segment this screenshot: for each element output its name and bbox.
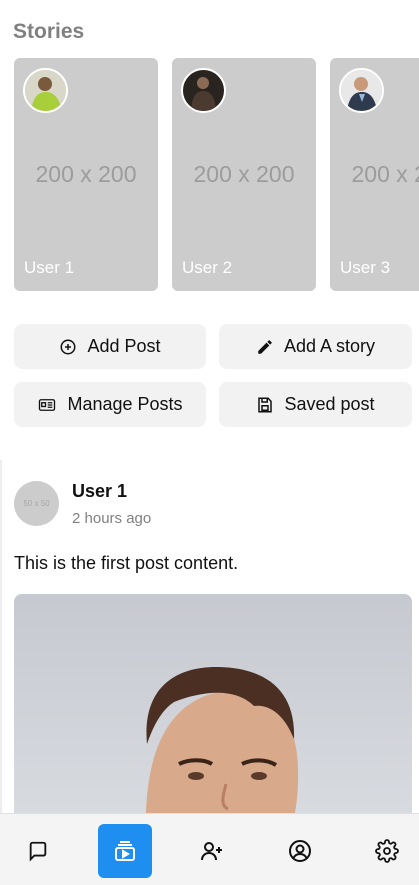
chat-icon [29,841,47,862]
story-placeholder: 200 x 200 [193,161,295,187]
add-post-label: Add Post [87,336,161,356]
story-placeholder: 200 x 200 [351,161,419,187]
stories-title: Stories [13,20,85,43]
story-card-user-2[interactable]: 200 x 200 User 2 [172,58,316,291]
manage-posts-label: Manage Posts [67,394,183,414]
story-user-label: User 1 [24,258,75,277]
add-story-button[interactable]: Add A story [219,324,412,369]
story-avatar-user-1 [23,68,68,113]
nav-chat[interactable] [11,824,65,878]
save-icon [258,397,273,412]
article-card-icon [39,398,56,411]
post-timestamp: 2 hours ago [72,510,152,527]
post-content: This is the first post content. [14,553,239,573]
story-placeholder: 200 x 200 [35,161,137,187]
story-avatar-user-3 [339,68,384,113]
saved-post-button[interactable]: Saved post [219,382,412,427]
nav-settings[interactable] [360,824,414,878]
plus-circle-icon [60,339,76,354]
post-author[interactable]: User 1 [72,481,127,502]
story-user-label: User 3 [340,258,391,277]
post-divider [0,460,2,820]
video-library-icon [115,841,135,861]
nav-videos[interactable] [98,824,152,878]
story-card-user-1[interactable]: 200 x 200 User 1 [14,58,158,291]
pencil-icon [258,339,272,354]
post-avatar[interactable]: 50 x 50 [14,481,59,526]
nav-add-friend[interactable] [185,824,239,878]
stories-row[interactable]: 200 x 200 User 1 200 x 200 User 2 200 x … [14,58,419,292]
nav-profile[interactable] [273,824,327,878]
story-avatar-user-2 [181,68,226,113]
manage-posts-button[interactable]: Manage Posts [14,382,206,427]
add-story-label: Add A story [283,336,376,356]
add-post-button[interactable]: Add Post [14,324,206,369]
profile-icon [289,840,311,862]
saved-post-label: Saved post [284,394,375,414]
post-image [14,594,412,834]
bottom-nav [0,813,419,885]
settings-icon [375,839,399,863]
add-friend-icon [201,842,222,861]
story-card-user-3[interactable]: 200 x 200 User 3 [330,58,419,291]
story-user-label: User 2 [182,258,233,277]
